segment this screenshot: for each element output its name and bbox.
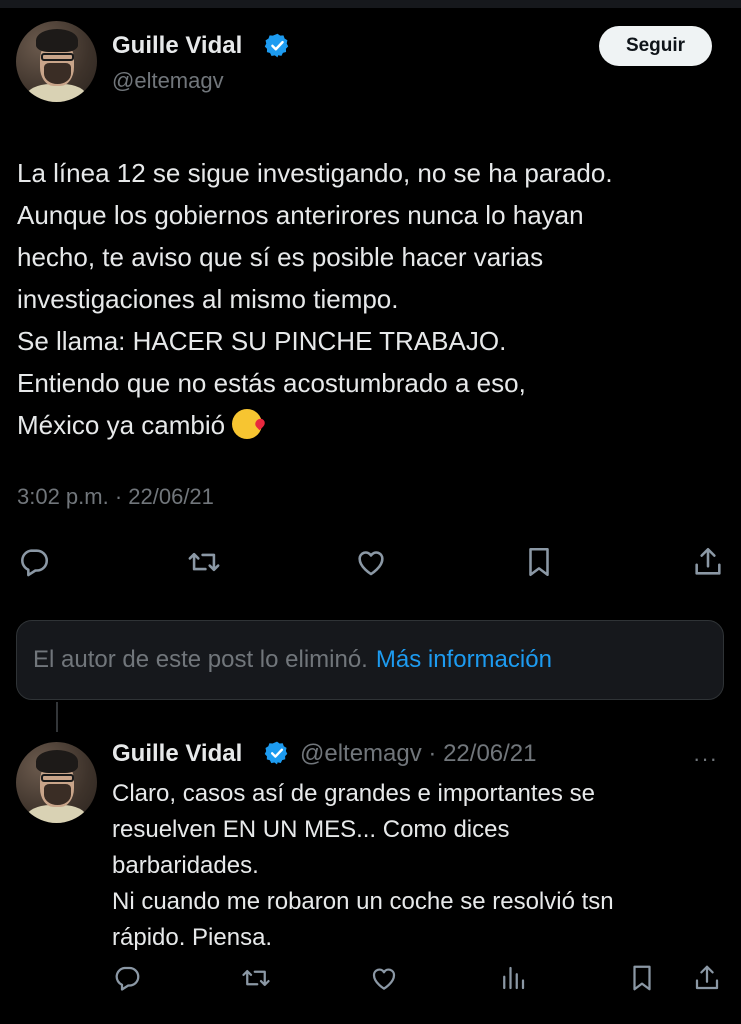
post-line-last: México ya cambió [17, 404, 727, 446]
reply-line: rápido. Piensa. [112, 924, 273, 951]
bookmark-icon[interactable] [627, 962, 657, 994]
post-timestamp[interactable]: 3:02 p.m. · 22/06/21 [17, 484, 214, 510]
deleted-post-notice: El autor de este post lo eliminó. Más in… [16, 620, 724, 700]
post-text: La línea 12 se sigue investigando, no se… [17, 152, 727, 446]
author-avatar[interactable] [16, 21, 97, 102]
post-line: Se llama: HACER SU PINCHE TRABAJO. [17, 326, 507, 356]
like-icon[interactable] [369, 963, 399, 993]
deleted-post-text: El autor de este post lo eliminó. [33, 646, 368, 673]
post-line: Aunque los gobiernos anterirores nunca l… [17, 200, 584, 230]
share-icon[interactable] [692, 962, 722, 994]
reply-line: barbaridades. [112, 852, 259, 879]
more-info-link[interactable]: Más información [376, 646, 552, 674]
author-name[interactable]: Guille Vidal [112, 32, 242, 60]
repost-icon[interactable] [240, 963, 272, 993]
follow-button[interactable]: Seguir [599, 26, 712, 66]
post-line: investigaciones al mismo tiempo. [17, 284, 399, 314]
reply-author-name[interactable]: Guille Vidal [112, 740, 242, 768]
reply-icon[interactable] [17, 545, 51, 579]
reply-line: Claro, casos así de grandes e importante… [112, 780, 595, 807]
views-icon[interactable] [498, 963, 528, 993]
author-handle[interactable]: @eltemagv [112, 68, 224, 94]
reply-author-avatar[interactable] [16, 742, 97, 823]
verified-badge-icon [264, 33, 289, 58]
share-icon[interactable] [691, 544, 725, 580]
post-line: México ya cambió [17, 410, 226, 440]
more-options-icon[interactable]: ··· [693, 746, 718, 772]
post-line: La línea 12 se sigue investigando, no se… [17, 158, 613, 188]
verified-badge-icon [264, 741, 288, 765]
like-icon[interactable] [354, 545, 388, 579]
bookmark-icon[interactable] [522, 544, 556, 580]
reply-text: Claro, casos así de grandes e importante… [112, 776, 722, 956]
reply-line: Ni cuando me robaron un coche se resolvi… [112, 888, 614, 915]
post-line: hecho, te aviso que sí es posible hacer … [17, 242, 544, 272]
repost-icon[interactable] [186, 545, 222, 579]
face-blowing-kiss-emoji-icon [232, 409, 263, 439]
post-line: Entiendo que no estás acostumbrado a eso… [17, 368, 526, 398]
thread-connector [56, 702, 58, 732]
reply-icon[interactable] [112, 963, 142, 993]
status-bar-strip [0, 0, 741, 8]
reply-handle-date[interactable]: @eltemagv · 22/06/21 [300, 740, 537, 768]
reply-line: resuelven EN UN MES... Como dices [112, 816, 510, 843]
